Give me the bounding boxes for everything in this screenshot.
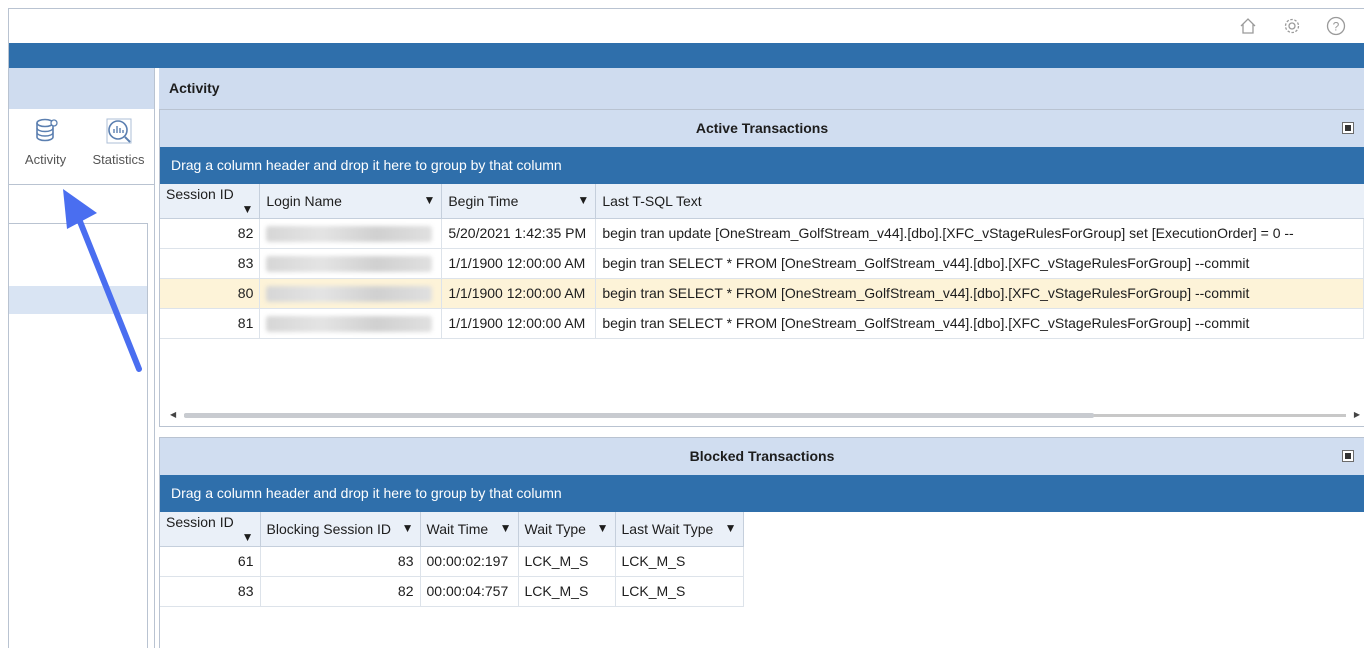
scroll-right-icon[interactable]: ▶ — [1354, 410, 1360, 419]
active-transactions-table: Session ID ▼ Login Name ▼ Begin Time ▼ Last… — [160, 184, 1364, 339]
active-panel-title-text: Active Transactions — [695, 120, 829, 136]
col-last-wait-type[interactable]: Last Wait Type ▼ — [615, 512, 744, 547]
table-row[interactable]: 83 1/1/1900 12:00:00 AM begin tran SELEC… — [160, 248, 1364, 279]
horizontal-scrollbar[interactable]: ◀ ▶ — [170, 410, 1360, 420]
nav-buttons: Activity Statistics — [9, 115, 155, 167]
table-row[interactable]: 83 82 00:00:04:757 LCK_M_S LCK_M_S — [160, 576, 744, 607]
table-row[interactable]: 81 1/1/1900 12:00:00 AM begin tran SELEC… — [160, 308, 1364, 339]
redacted-login — [266, 285, 433, 302]
filter-icon[interactable]: ▼ — [725, 521, 737, 535]
activity-nav-label: Activity — [24, 152, 67, 167]
col-begin-time[interactable]: Begin Time ▼ — [441, 184, 597, 219]
blocked-transactions-table: Session ID ▼ Blocking Session ID ▼ Wait Ti… — [160, 512, 744, 607]
col-session-id[interactable]: Session ID ▼ — [160, 512, 261, 547]
filter-icon[interactable]: ▼ — [241, 202, 253, 216]
table-row[interactable]: 61 83 00:00:02:197 LCK_M_S LCK_M_S — [160, 546, 744, 577]
scrollbar-thumb[interactable] — [184, 413, 1094, 418]
group-by-bar[interactable]: Drag a column header and drop it here to… — [160, 147, 1364, 184]
maximize-icon[interactable] — [1342, 122, 1354, 134]
redacted-login — [266, 255, 433, 272]
help-icon[interactable]: ? — [1325, 15, 1347, 37]
active-panel-title: Active Transactions — [160, 110, 1364, 147]
statistics-nav-label: Statistics — [92, 152, 145, 167]
filter-icon[interactable]: ▼ — [242, 530, 254, 544]
col-blocking-session-id[interactable]: Blocking Session ID ▼ — [260, 512, 421, 547]
selected-list-item[interactable] — [9, 286, 147, 314]
filter-icon[interactable]: ▼ — [500, 521, 512, 535]
filter-icon[interactable]: ▼ — [577, 193, 589, 207]
activity-nav-button[interactable]: Activity — [9, 115, 82, 167]
col-wait-time[interactable]: Wait Time ▼ — [420, 512, 519, 547]
nav-divider — [9, 184, 155, 185]
statistics-icon — [82, 115, 155, 147]
home-icon[interactable] — [1237, 15, 1259, 37]
redacted-login — [266, 225, 433, 242]
database-icon — [9, 115, 82, 147]
top-bar: ? — [9, 9, 1364, 43]
blocked-transactions-panel: Blocked Transactions Drag a column heade… — [159, 437, 1364, 648]
group-by-bar[interactable]: Drag a column header and drop it here to… — [160, 475, 1364, 512]
page-title: Activity — [159, 68, 1364, 109]
blocked-panel-title-text: Blocked Transactions — [689, 448, 835, 464]
statistics-nav-button[interactable]: Statistics — [82, 115, 155, 167]
filter-icon[interactable]: ▼ — [597, 521, 609, 535]
col-last-tsql[interactable]: Last T-SQL Text — [595, 184, 1364, 219]
left-nav-header — [9, 68, 154, 109]
main-content: Activity Active Transactions Drag a colu… — [159, 68, 1364, 648]
gear-icon[interactable] — [1281, 15, 1303, 37]
maximize-icon[interactable] — [1342, 450, 1354, 462]
table-row[interactable]: 80 1/1/1900 12:00:00 AM begin tran SELEC… — [160, 278, 1364, 309]
col-session-id[interactable]: Session ID ▼ — [160, 184, 261, 219]
ribbon-band — [9, 43, 1364, 68]
left-nav: Activity Statistics — [9, 68, 155, 648]
scroll-left-icon[interactable]: ◀ — [170, 410, 176, 419]
blocked-panel-title: Blocked Transactions — [160, 438, 1364, 475]
filter-icon[interactable]: ▼ — [402, 521, 414, 535]
svg-text:?: ? — [1333, 20, 1340, 34]
col-wait-type[interactable]: Wait Type ▼ — [518, 512, 616, 547]
app-window: ? Activity Statistics Activity Active Tr… — [8, 8, 1364, 648]
col-login-name[interactable]: Login Name ▼ — [259, 184, 443, 219]
table-row[interactable]: 82 5/20/2021 1:42:35 PM begin tran updat… — [160, 218, 1364, 249]
active-transactions-panel: Active Transactions Drag a column header… — [159, 109, 1364, 427]
top-icons: ? — [1237, 15, 1347, 37]
left-list-panel — [9, 223, 148, 648]
filter-icon[interactable]: ▼ — [423, 193, 435, 207]
redacted-login — [266, 315, 433, 332]
